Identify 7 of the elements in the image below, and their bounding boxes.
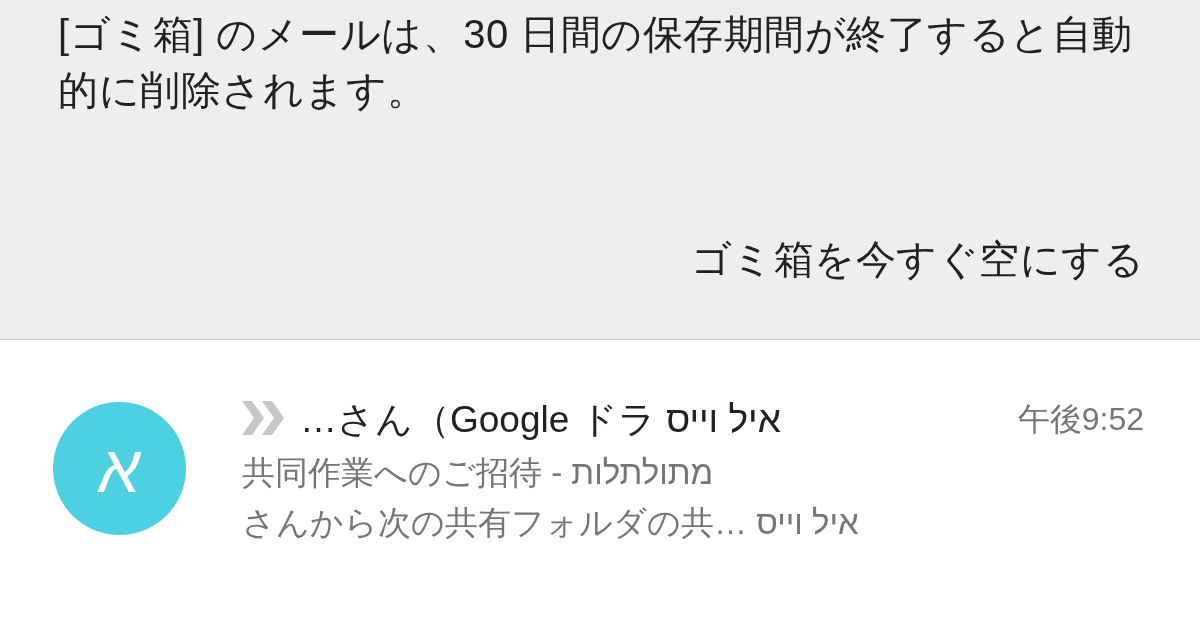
- subject: 共同作業へのご招待 - מתולתלות: [242, 453, 715, 493]
- time: 午後9:52: [1017, 400, 1144, 439]
- snippet: さんから次の共有フォルダの共… איל וייס: [242, 503, 860, 543]
- avatar: א: [53, 402, 186, 535]
- trash-notice: [ゴミ箱] のメールは、30 日間の保存期間が終了すると自動的に削除されます。: [58, 11, 1134, 114]
- sender: …さん（Google ドラ איל וייס: [300, 398, 782, 442]
- empty-trash-button[interactable]: ゴミ箱を今すぐ空にする: [690, 232, 1144, 287]
